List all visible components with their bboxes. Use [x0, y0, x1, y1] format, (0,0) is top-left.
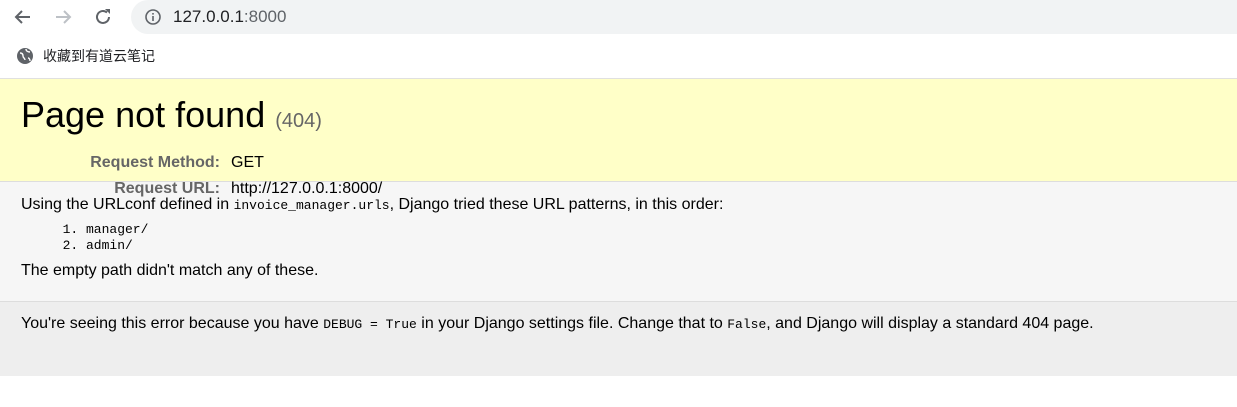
- forward-button[interactable]: [50, 4, 76, 30]
- arrow-left-icon: [14, 10, 30, 24]
- globe-icon: [16, 47, 34, 65]
- url-pattern-item: admin/: [86, 238, 1217, 254]
- status-code: (404): [275, 110, 322, 132]
- url-pattern-item: manager/: [86, 222, 1217, 238]
- url-host: 127.0.0.1: [173, 7, 244, 26]
- request-method-label: Request Method:: [90, 154, 220, 171]
- reload-button[interactable]: [90, 4, 116, 30]
- bookmark-label: 收藏到有道云笔记: [43, 49, 155, 65]
- request-method-row: Request Method: GET: [21, 150, 1217, 176]
- bookmarks-bar: 收藏到有道云笔记: [0, 34, 1237, 79]
- explanation-part3: , and Django will display a standard 404…: [766, 315, 1094, 332]
- url-text[interactable]: 127.0.0.1:8000: [173, 7, 286, 27]
- page-title-text: Page not found: [21, 94, 266, 135]
- reload-icon: [96, 9, 110, 24]
- url-pattern-list: manager/ admin/: [21, 222, 1217, 254]
- address-bar[interactable]: 127.0.0.1:8000: [131, 0, 1237, 34]
- explanation-part2: in your Django settings file. Change tha…: [416, 315, 728, 332]
- urlconf-info: Using the URLconf defined in invoice_man…: [0, 182, 1237, 302]
- no-match-message: The empty path didn't match any of these…: [21, 262, 319, 279]
- error-summary: Page not found (404) Request Method: GET…: [0, 79, 1237, 197]
- info-icon[interactable]: [145, 9, 161, 25]
- page-title: Page not found (404): [21, 94, 1217, 142]
- debug-explanation: You're seeing this error because you hav…: [0, 302, 1237, 376]
- arrow-right-icon: [56, 10, 72, 24]
- request-method-value: GET: [231, 154, 264, 171]
- urlconf-intro: Using the URLconf defined in invoice_man…: [21, 196, 1217, 214]
- browser-toolbar: 127.0.0.1:8000: [0, 0, 1237, 34]
- back-button[interactable]: [10, 4, 36, 30]
- intro-prefix: Using the URLconf defined in: [21, 196, 234, 213]
- debug-code: DEBUG = True: [323, 317, 417, 332]
- explanation-text: You're seeing this error because you hav…: [21, 315, 1217, 333]
- url-port: :8000: [243, 7, 287, 26]
- urlconf-name: invoice_manager.urls: [233, 198, 390, 213]
- bookmark-youdao[interactable]: 收藏到有道云笔记: [16, 46, 155, 66]
- intro-suffix: , Django tried these URL patterns, in th…: [389, 196, 724, 213]
- explanation-part1: You're seeing this error because you hav…: [21, 315, 324, 332]
- false-code: False: [727, 317, 767, 332]
